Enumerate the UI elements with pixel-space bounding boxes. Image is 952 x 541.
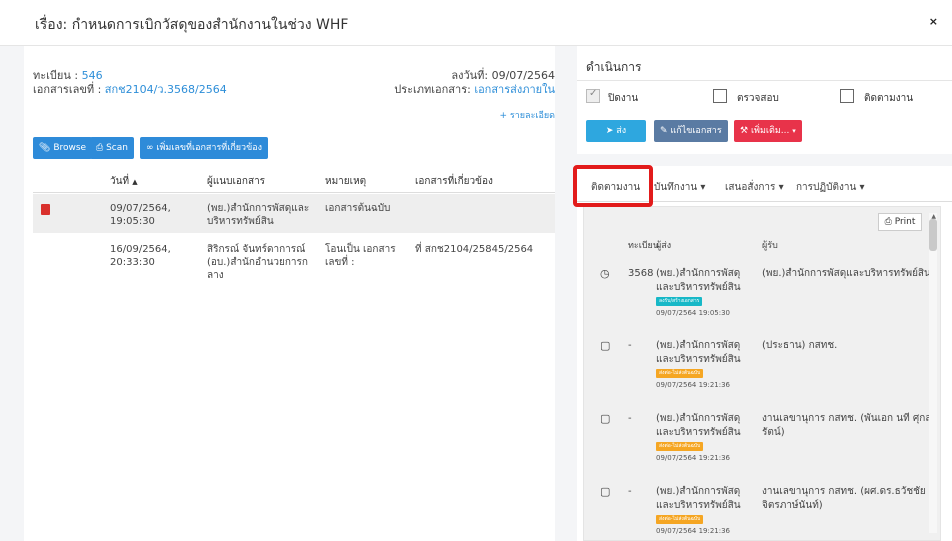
column-related: เอกสารที่เกี่ยวข้อง: [415, 176, 493, 187]
print-button[interactable]: ⎙ Print: [878, 213, 922, 231]
entry-reg: -: [628, 340, 632, 351]
entry-sender: (พย.)สำนักการพัสดุและบริหารทรัพย์สิน: [656, 268, 741, 293]
more-actions-button[interactable]: ⚒ เพิ่มเติม... ▾: [734, 120, 802, 142]
edit-icon: ✎: [660, 126, 668, 136]
document-number: เอกสารเลขที่ : สกช2104/ว.3568/2564: [33, 83, 227, 96]
tab-propose-order[interactable]: เสนอสั่งการ ▾: [725, 180, 784, 195]
status-badge: ลงรับ/สร้างเอกสาร: [656, 297, 703, 306]
entry-time: 09/07/2564 19:21:36: [656, 527, 731, 535]
column-note: หมายเหตุ: [325, 176, 367, 187]
scan-button[interactable]: ⎙ Scan: [90, 137, 134, 159]
follow-up-label: ติดตามงาน: [864, 93, 914, 104]
add-related-button[interactable]: ∞ เพิ่มเลขที่เอกสารที่เกี่ยวข้อง: [140, 137, 269, 159]
folder-icon: ▢: [600, 339, 611, 352]
row-note: โอนเป็น เอกสารเลขที่ :: [325, 244, 396, 268]
row-date: 09/07/2564, 19:05:30: [110, 203, 171, 227]
document-modal: เรื่อง: กำหนดการเบิกวัสดุของสำนักงานในช่…: [0, 0, 952, 541]
entry-reg: -: [628, 413, 632, 424]
follow-up-checkbox[interactable]: [840, 89, 854, 103]
row-attacher: สิริกรณ์ จันทร์ดาการณ์ (อบ.)สำนักอำนวยกา…: [207, 244, 308, 281]
row-related-link[interactable]: ที่ สกช2104/25845/2564: [415, 243, 540, 256]
entry-sender: (พย.)สำนักการพัสดุและบริหารทรัพย์สิน: [656, 413, 741, 438]
entry-receiver: (พย.)สำนักการพัสดุและบริหารทรัพย์สิน: [762, 268, 931, 279]
entry-receiver: งานเลขานุการ กสทช. (ผศ.ดร.ธวัชชัย จิตรภา…: [762, 486, 926, 511]
row-attacher: (พย.)สำนักการพัสดุและบริหารทรัพย์สิน: [207, 203, 310, 227]
entry-time: 09/07/2564 19:05:30: [656, 309, 731, 317]
detail-link[interactable]: + รายละเอียด: [499, 108, 555, 122]
modal-title: เรื่อง: กำหนดการเบิกวัสดุของสำนักงานในช่…: [35, 17, 349, 33]
tracking-list: ⎙ Print ทะเบียน ผู้ส่ง ผู้รับ ◷ 3568 (พย…: [583, 206, 941, 541]
table-divider: [33, 192, 555, 193]
document-type: ประเภทเอกสาร: เอกสารส่งภายใน: [394, 83, 555, 96]
action-divider: [577, 80, 952, 81]
row-date: 16/09/2564, 20:33:30: [110, 244, 171, 268]
folder-icon: ▢: [600, 412, 611, 425]
wrench-icon: ⚒: [740, 126, 749, 136]
sort-asc-icon: ▲: [132, 178, 138, 186]
column-receiver: ผู้รับ: [762, 241, 778, 251]
close-job-label: ปิดงาน: [608, 93, 639, 104]
caret-down-icon: ▾: [792, 127, 796, 135]
tab-work-log[interactable]: บันทึกงาน ▾: [654, 180, 705, 195]
entry-reg: 3568: [628, 268, 654, 279]
entry-receiver: งานเลขานุการ กสทช. (พันเอก นที ศุกลรัตน์…: [762, 413, 932, 438]
entry-sender: (พย.)สำนักการพัสดุและบริหารทรัพย์สิน: [656, 486, 741, 511]
action-heading: ดำเนินการ: [586, 60, 642, 74]
link-icon: ∞: [146, 143, 154, 153]
column-reg: ทะเบียน: [628, 241, 659, 251]
scrollbar[interactable]: ▲: [929, 213, 937, 533]
column-sender: ผู้ส่ง: [656, 241, 672, 251]
paperclip-icon: 📎︎: [39, 143, 51, 153]
close-job-checkbox[interactable]: ✓: [586, 88, 600, 103]
clock-icon: ◷: [600, 267, 610, 280]
entry-reg: -: [628, 486, 632, 497]
scroll-thumb[interactable]: [929, 219, 937, 251]
inspect-label: ตรวจสอบ: [737, 93, 779, 104]
printer-icon: ⎙: [884, 217, 892, 227]
printer-icon: ⎙: [96, 143, 104, 153]
inspect-checkbox[interactable]: [713, 89, 727, 103]
browse-button[interactable]: 📎︎ Browse: [33, 137, 93, 159]
edit-document-button[interactable]: ✎ แก้ไขเอกสาร: [654, 120, 728, 142]
modal-header: เรื่อง: กำหนดการเบิกวัสดุของสำนักงานในช่…: [0, 0, 952, 46]
status-badge: ส่งต่อ-ไม่ส่งต้นฉบับ: [656, 515, 704, 524]
entry-sender: (พย.)สำนักการพัสดุและบริหารทรัพย์สิน: [656, 340, 741, 365]
tracking-panel: ติดตามงาน บันทึกงาน ▾ เสนอสั่งการ ▾ การป…: [577, 166, 952, 541]
send-icon: ➤: [605, 126, 614, 136]
highlight-box: [573, 165, 653, 207]
tab-operation[interactable]: การปฏิบัติงาน ▾: [796, 180, 864, 195]
status-badge: ส่งต่อ-ไม่ส่งต้นฉบับ: [656, 442, 704, 451]
check-icon: ✓: [589, 88, 598, 99]
modal-body: ทะเบียน : 546 เอกสารเลขที่ : สกช2104/ว.3…: [0, 46, 952, 541]
entry-time: 09/07/2564 19:21:36: [656, 454, 731, 462]
action-panel: ดำเนินการ ✓ ปิดงาน ตรวจสอบ ติดตามงาน ➤ ส…: [577, 46, 952, 154]
folder-icon: ▢: [600, 485, 611, 498]
pdf-file-icon[interactable]: [41, 204, 50, 215]
column-attacher: ผู้แนบเอกสาร: [207, 176, 266, 187]
row-note: เอกสารต้นฉบับ: [325, 203, 391, 214]
status-badge: ส่งต่อ-ไม่ส่งต้นฉบับ: [656, 369, 704, 378]
column-date[interactable]: วันที่ ▲: [110, 174, 138, 189]
entry-time: 09/07/2564 19:21:36: [656, 381, 731, 389]
entry-receiver: (ประธาน) กสทช.: [762, 340, 838, 351]
send-button[interactable]: ➤ ส่ง: [586, 120, 646, 142]
close-icon[interactable]: ×: [929, 15, 938, 28]
document-info-panel: ทะเบียน : 546 เอกสารเลขที่ : สกช2104/ว.3…: [24, 46, 555, 541]
